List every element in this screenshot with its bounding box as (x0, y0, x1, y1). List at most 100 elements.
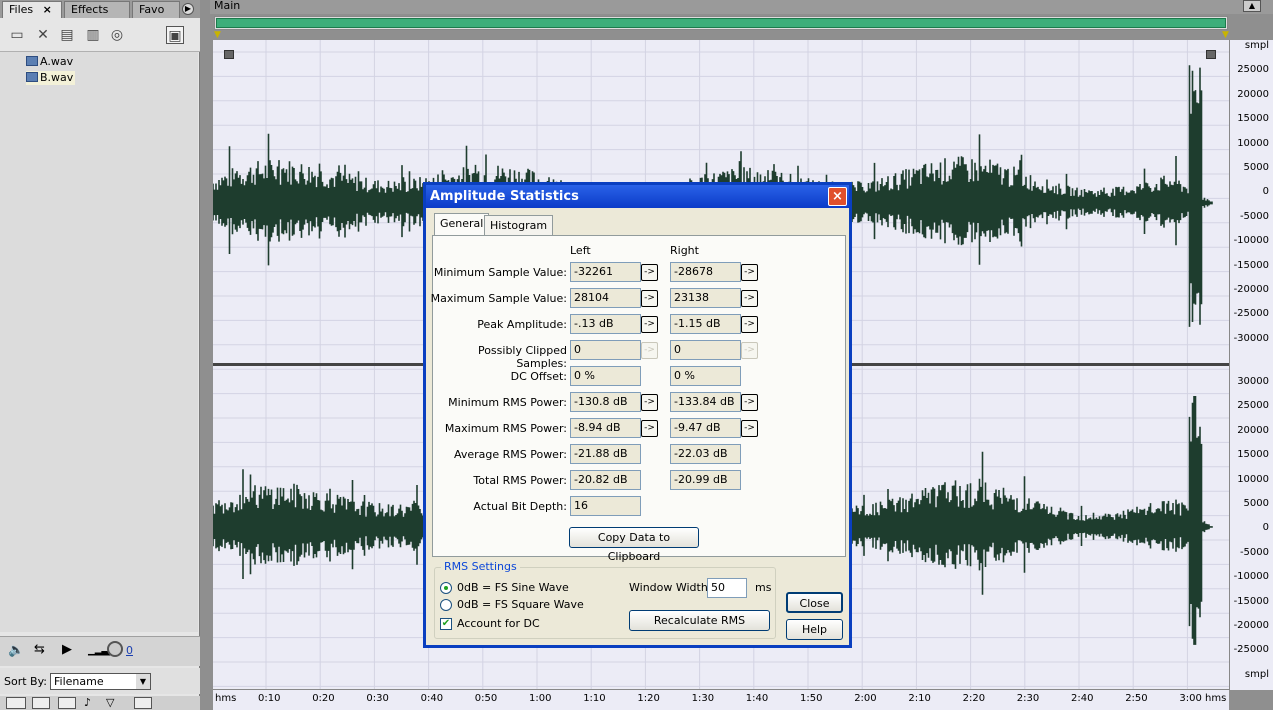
autoplay-icon[interactable]: ◎ (108, 26, 126, 44)
tab-main[interactable]: Main (214, 0, 264, 12)
tab-files[interactable]: Files × (2, 1, 62, 18)
help-button[interactable]: Help (786, 619, 843, 640)
stat-right-field: -133.84 dB (670, 392, 741, 412)
account-dc-checkbox[interactable]: ✔ (440, 618, 452, 630)
stat-left-field: -8.94 dB (570, 418, 641, 438)
window-width-value: 50 (711, 581, 725, 594)
close-icon[interactable]: × (43, 3, 52, 16)
open-file-icon[interactable]: ▭ (8, 26, 26, 44)
rms-settings-legend: RMS Settings (441, 560, 520, 573)
amplitude-ruler: smpl 25000 20000 15000 10000 5000 0 -5000 -10000… (1229, 40, 1273, 690)
film-icon[interactable] (58, 697, 76, 709)
sort-select[interactable]: Filename ▼ (50, 673, 151, 690)
stat-label: Actual Bit Depth: (473, 500, 567, 513)
amplitude-tick-label: 20000 (1237, 424, 1269, 436)
list-item-b-wav[interactable]: B.wav (26, 71, 76, 85)
time-tick-label: 1:20 (637, 693, 660, 704)
maximize-icon[interactable]: ▲ (1243, 0, 1261, 12)
time-tick-label: 2:20 (962, 693, 986, 704)
main-header (210, 0, 1273, 14)
speaker-icon[interactable]: 🔈 (8, 643, 24, 658)
tab-general[interactable]: General (434, 213, 490, 236)
stat-label: Maximum RMS Power: (444, 422, 567, 435)
stat-left-field: -.13 dB (570, 314, 641, 334)
tab-general-label: General (440, 217, 484, 230)
tab-favorites[interactable]: Favo (132, 1, 180, 18)
volume-knob[interactable] (107, 641, 123, 657)
dialog-titlebar[interactable]: Amplitude Statistics × (426, 185, 849, 208)
amplitude-tick-label: 5000 (1243, 162, 1269, 173)
window-width-label: Window Width: (629, 581, 712, 594)
play-icon[interactable]: ▶ (62, 642, 72, 657)
refresh-icon[interactable] (32, 697, 50, 709)
time-ruler[interactable]: hms 0:10 0:20 0:30 0:40 0:50 1:00 1:10 1:20 1:30 1… (213, 689, 1229, 710)
copy-data-button[interactable]: Copy Data to Clipboard (569, 527, 699, 563)
fade-out-handle[interactable] (1206, 50, 1216, 59)
time-tick-label: hms (215, 693, 237, 704)
music-icon[interactable]: ♪ (84, 696, 91, 709)
amplitude-tick-label: 20000 (1237, 88, 1269, 100)
left-goto-arrow-button[interactable]: -> (641, 290, 658, 307)
list-item-a-wav[interactable]: A.wav (26, 55, 75, 69)
sine-radio[interactable] (440, 582, 452, 594)
time-tick-label: 0:10 (258, 693, 281, 704)
left-goto-arrow-button[interactable]: -> (641, 420, 658, 437)
fade-in-handle[interactable] (224, 50, 234, 59)
amplitude-tick-label: -5000 (1239, 210, 1269, 222)
stat-label: Maximum Sample Value: (430, 292, 567, 305)
files-panel: Files × Effects Favo ▶ ▭ ✕ ▤ ▥ ◎ ▣ A.wav… (0, 0, 200, 710)
amplitude-tick-label: 25000 (1237, 400, 1269, 412)
tab-scroll-icon[interactable]: ▶ (182, 3, 194, 15)
recalculate-rms-button[interactable]: Recalculate RMS (629, 610, 770, 631)
filter-icon[interactable]: ▽ (106, 696, 114, 709)
amplitude-tick-label: 30000 (1237, 376, 1269, 387)
stat-left-field: 0 (570, 340, 641, 360)
column-right-header: Right (670, 244, 699, 257)
left-goto-arrow-button[interactable]: -> (641, 264, 658, 281)
right-goto-arrow-button[interactable]: -> (741, 264, 758, 281)
time-tick-label: 0:20 (312, 693, 335, 704)
view-options-icon[interactable]: ▣ (166, 26, 184, 44)
right-goto-arrow-button[interactable]: -> (741, 290, 758, 307)
range-end-marker[interactable]: ▼ (1222, 30, 1229, 40)
close-icon[interactable]: × (828, 187, 847, 206)
close-file-icon[interactable]: ✕ (34, 26, 52, 44)
time-tick-label: 0:40 (420, 693, 444, 704)
cd-icon[interactable] (134, 697, 152, 709)
loop-icon[interactable]: ⇆ (34, 642, 45, 657)
import-icon[interactable]: ▤ (58, 26, 76, 44)
time-tick-label: hms (1205, 693, 1227, 704)
time-tick-label: 3:00 (1179, 693, 1202, 704)
stat-left-field: -32261 (570, 262, 641, 282)
grid-icon[interactable] (6, 697, 26, 709)
window-width-input[interactable]: 50 (707, 578, 747, 598)
amplitude-tick-label: 10000 (1237, 137, 1269, 149)
stat-right-field: -1.15 dB (670, 314, 741, 334)
time-tick-label: 2:40 (1071, 693, 1094, 704)
overview-range[interactable] (216, 18, 1226, 28)
range-start-marker[interactable]: ▼ (214, 30, 221, 40)
amplitude-tick-label: 15000 (1237, 449, 1269, 461)
amplitude-tick-label: -25000 (1233, 308, 1269, 320)
left-goto-arrow-button[interactable]: -> (641, 316, 658, 333)
insert-icon[interactable]: ▥ (84, 26, 102, 44)
right-goto-arrow-button[interactable]: -> (741, 420, 758, 437)
right-goto-arrow-button[interactable]: -> (741, 316, 758, 333)
tab-histogram-label: Histogram (490, 219, 548, 232)
tab-files-label: Files (9, 3, 34, 16)
volume-value[interactable]: 0 (126, 644, 133, 657)
tab-effects[interactable]: Effects (64, 1, 130, 18)
time-tick-label: 2:10 (908, 693, 931, 704)
amplitude-tick-label: 5000 (1243, 498, 1269, 509)
wave-file-icon (26, 72, 38, 82)
amplitude-tick-label: smpl (1244, 40, 1269, 51)
left-goto-arrow-button[interactable]: -> (641, 394, 658, 411)
files-toolbar: ▭ ✕ ▤ ▥ ◎ ▣ (0, 18, 200, 52)
right-goto-arrow-button[interactable]: -> (741, 394, 758, 411)
stat-left-field: -20.82 dB (570, 470, 641, 490)
tab-effects-label: Effects (71, 3, 109, 16)
stat-label: Total RMS Power: (473, 474, 567, 487)
tab-histogram[interactable]: Histogram (484, 215, 554, 235)
square-radio[interactable] (440, 599, 452, 611)
close-button[interactable]: Close (786, 592, 843, 613)
